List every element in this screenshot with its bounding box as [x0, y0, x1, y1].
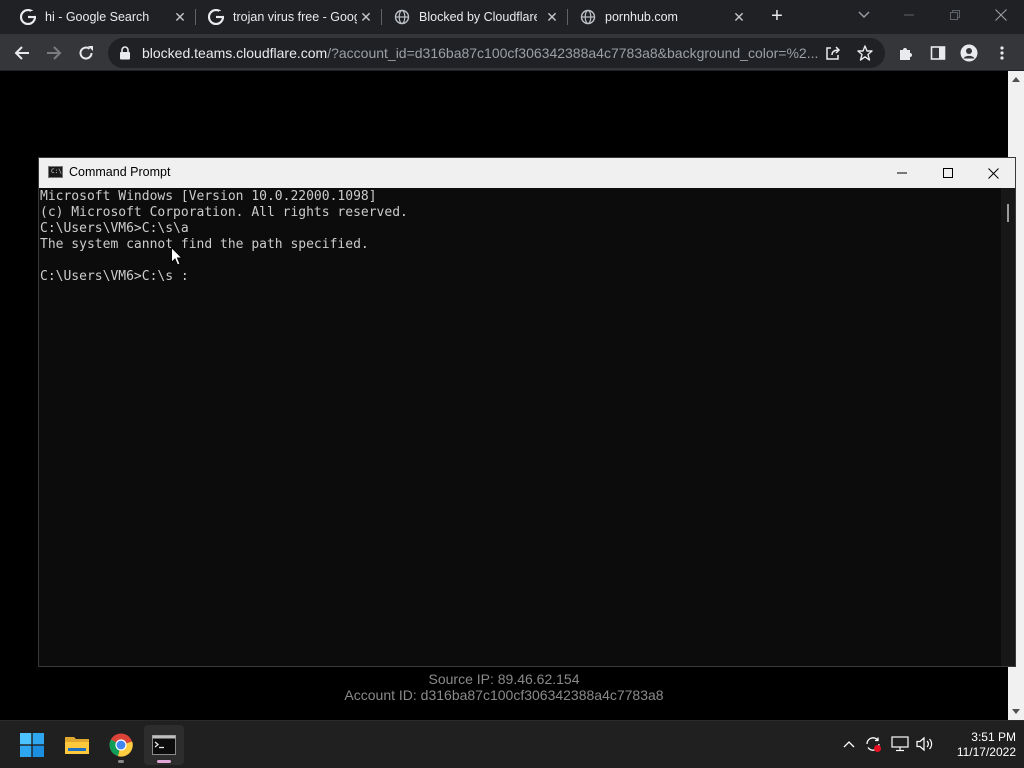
command-prompt-window[interactable]: C:\ Command Prompt Microsoft Windows [Ve… — [38, 157, 1016, 667]
chrome-icon — [109, 733, 133, 757]
lock-icon[interactable] — [119, 46, 131, 60]
mouse-pointer-icon — [171, 247, 183, 266]
console-prompt-line[interactable]: C:\Users\VM6>C:\s : — [40, 269, 999, 285]
browser-tab-strip: hi - Google Search ✕ trojan virus free -… — [0, 0, 1024, 34]
windows-taskbar: 3:51 PM 11/17/2022 — [0, 720, 1024, 768]
tab-pornhub[interactable]: pornhub.com ✕ — [560, 0, 754, 34]
show-hidden-icons-chevron-icon[interactable] — [840, 735, 858, 753]
taskbar-file-explorer[interactable] — [57, 725, 97, 765]
cmd-scrollbar-thumb[interactable] — [1007, 204, 1009, 222]
close-window-button[interactable] — [978, 0, 1024, 30]
start-button[interactable] — [12, 725, 52, 765]
reload-icon — [79, 46, 93, 60]
console-output[interactable]: Microsoft Windows [Version 10.0.22000.10… — [39, 188, 999, 666]
scroll-down-arrow-icon[interactable] — [1012, 709, 1020, 714]
cmd-scrollbar[interactable] — [1001, 188, 1015, 666]
tab-title: Blocked by Cloudflare Gateway — [419, 10, 537, 24]
cmd-title-bar[interactable]: C:\ Command Prompt — [39, 158, 1015, 188]
browser-toolbar: blocked.teams.cloudflare.com/?account_id… — [0, 34, 1024, 71]
minimize-icon — [904, 14, 914, 16]
console-line: The system cannot find the path specifie… — [40, 237, 369, 252]
back-button[interactable] — [9, 40, 35, 66]
globe-icon — [580, 9, 596, 25]
back-arrow-icon — [14, 46, 29, 60]
tab-trojan-virus-free[interactable]: trojan virus free - Google Search ✕ — [188, 0, 382, 34]
console-line: C:\Users\VM6>C:\s\a — [40, 221, 189, 236]
extensions-puzzle-icon[interactable] — [893, 40, 919, 66]
account-id-text: Account ID: d316ba87c100cf306342388a4c77… — [344, 687, 664, 703]
share-icon[interactable] — [824, 44, 842, 62]
maximize-icon — [943, 168, 953, 178]
scroll-up-arrow-icon[interactable] — [1012, 77, 1020, 82]
windows-start-icon — [20, 733, 44, 757]
file-explorer-icon — [65, 737, 89, 754]
address-bar[interactable]: blocked.teams.cloudflare.com/?account_id… — [108, 38, 885, 68]
forward-button[interactable] — [41, 40, 67, 66]
running-indicator — [118, 760, 124, 763]
close-tab-icon[interactable]: ✕ — [731, 9, 747, 25]
tab-blocked-by-cloudflare[interactable]: Blocked by Cloudflare Gateway ✕ — [374, 0, 568, 34]
bookmark-star-icon[interactable] — [856, 44, 874, 62]
google-g-icon — [208, 9, 224, 25]
close-tab-icon[interactable]: ✕ — [172, 9, 188, 25]
sync-status-icon[interactable] — [864, 735, 882, 753]
profile-avatar-icon[interactable] — [956, 40, 982, 66]
tab-title: trojan virus free - Google Search — [233, 10, 357, 24]
taskbar-chrome[interactable] — [101, 725, 141, 765]
url-path: /?account_id=d316ba87c100cf306342388a4c7… — [327, 45, 819, 61]
console-line: (c) Microsoft Corporation. All rights re… — [40, 205, 408, 220]
new-tab-button[interactable]: + — [767, 6, 787, 27]
close-tab-icon[interactable]: ✕ — [544, 9, 560, 25]
close-icon — [995, 9, 1007, 21]
reload-button[interactable] — [73, 40, 99, 66]
cmd-window-title: Command Prompt — [69, 165, 171, 179]
clock-date: 11/17/2022 — [956, 745, 1016, 759]
cmd-maximize-button[interactable] — [925, 158, 971, 188]
restore-icon — [950, 10, 960, 20]
active-app-indicator — [157, 760, 171, 763]
side-panel-icon[interactable] — [925, 40, 951, 66]
taskbar-command-prompt[interactable] — [144, 725, 184, 765]
url-host: blocked.teams.cloudflare.com — [142, 45, 328, 61]
minimize-icon — [897, 172, 907, 174]
tab-title: hi - Google Search — [45, 10, 150, 24]
tab-search-chevron-icon[interactable] — [856, 8, 872, 24]
globe-icon — [394, 9, 410, 25]
source-ip-text: Source IP: 89.46.62.154 — [428, 671, 580, 687]
forward-arrow-icon — [47, 46, 62, 60]
address-url[interactable]: blocked.teams.cloudflare.com/?account_id… — [142, 45, 822, 61]
clock-time: 3:51 PM — [971, 730, 1016, 744]
minimize-button[interactable] — [886, 0, 932, 30]
close-tab-icon[interactable]: ✕ — [358, 9, 374, 25]
chrome-menu-kebab-icon[interactable] — [989, 40, 1015, 66]
google-g-icon — [20, 9, 36, 25]
tab-hi-google-search[interactable]: hi - Google Search ✕ — [0, 0, 194, 34]
taskbar-clock[interactable]: 3:51 PM 11/17/2022 — [938, 730, 1016, 760]
restore-button[interactable] — [932, 0, 978, 30]
command-prompt-icon: C:\ — [48, 166, 63, 178]
cmd-close-button[interactable] — [970, 158, 1016, 188]
volume-icon[interactable] — [916, 735, 934, 753]
command-prompt-icon — [152, 735, 176, 755]
cmd-minimize-button[interactable] — [879, 158, 925, 188]
network-icon[interactable] — [891, 735, 909, 753]
close-icon — [987, 167, 999, 179]
console-line: Microsoft Windows [Version 10.0.22000.10… — [40, 189, 377, 204]
tab-title: pornhub.com — [605, 10, 678, 24]
